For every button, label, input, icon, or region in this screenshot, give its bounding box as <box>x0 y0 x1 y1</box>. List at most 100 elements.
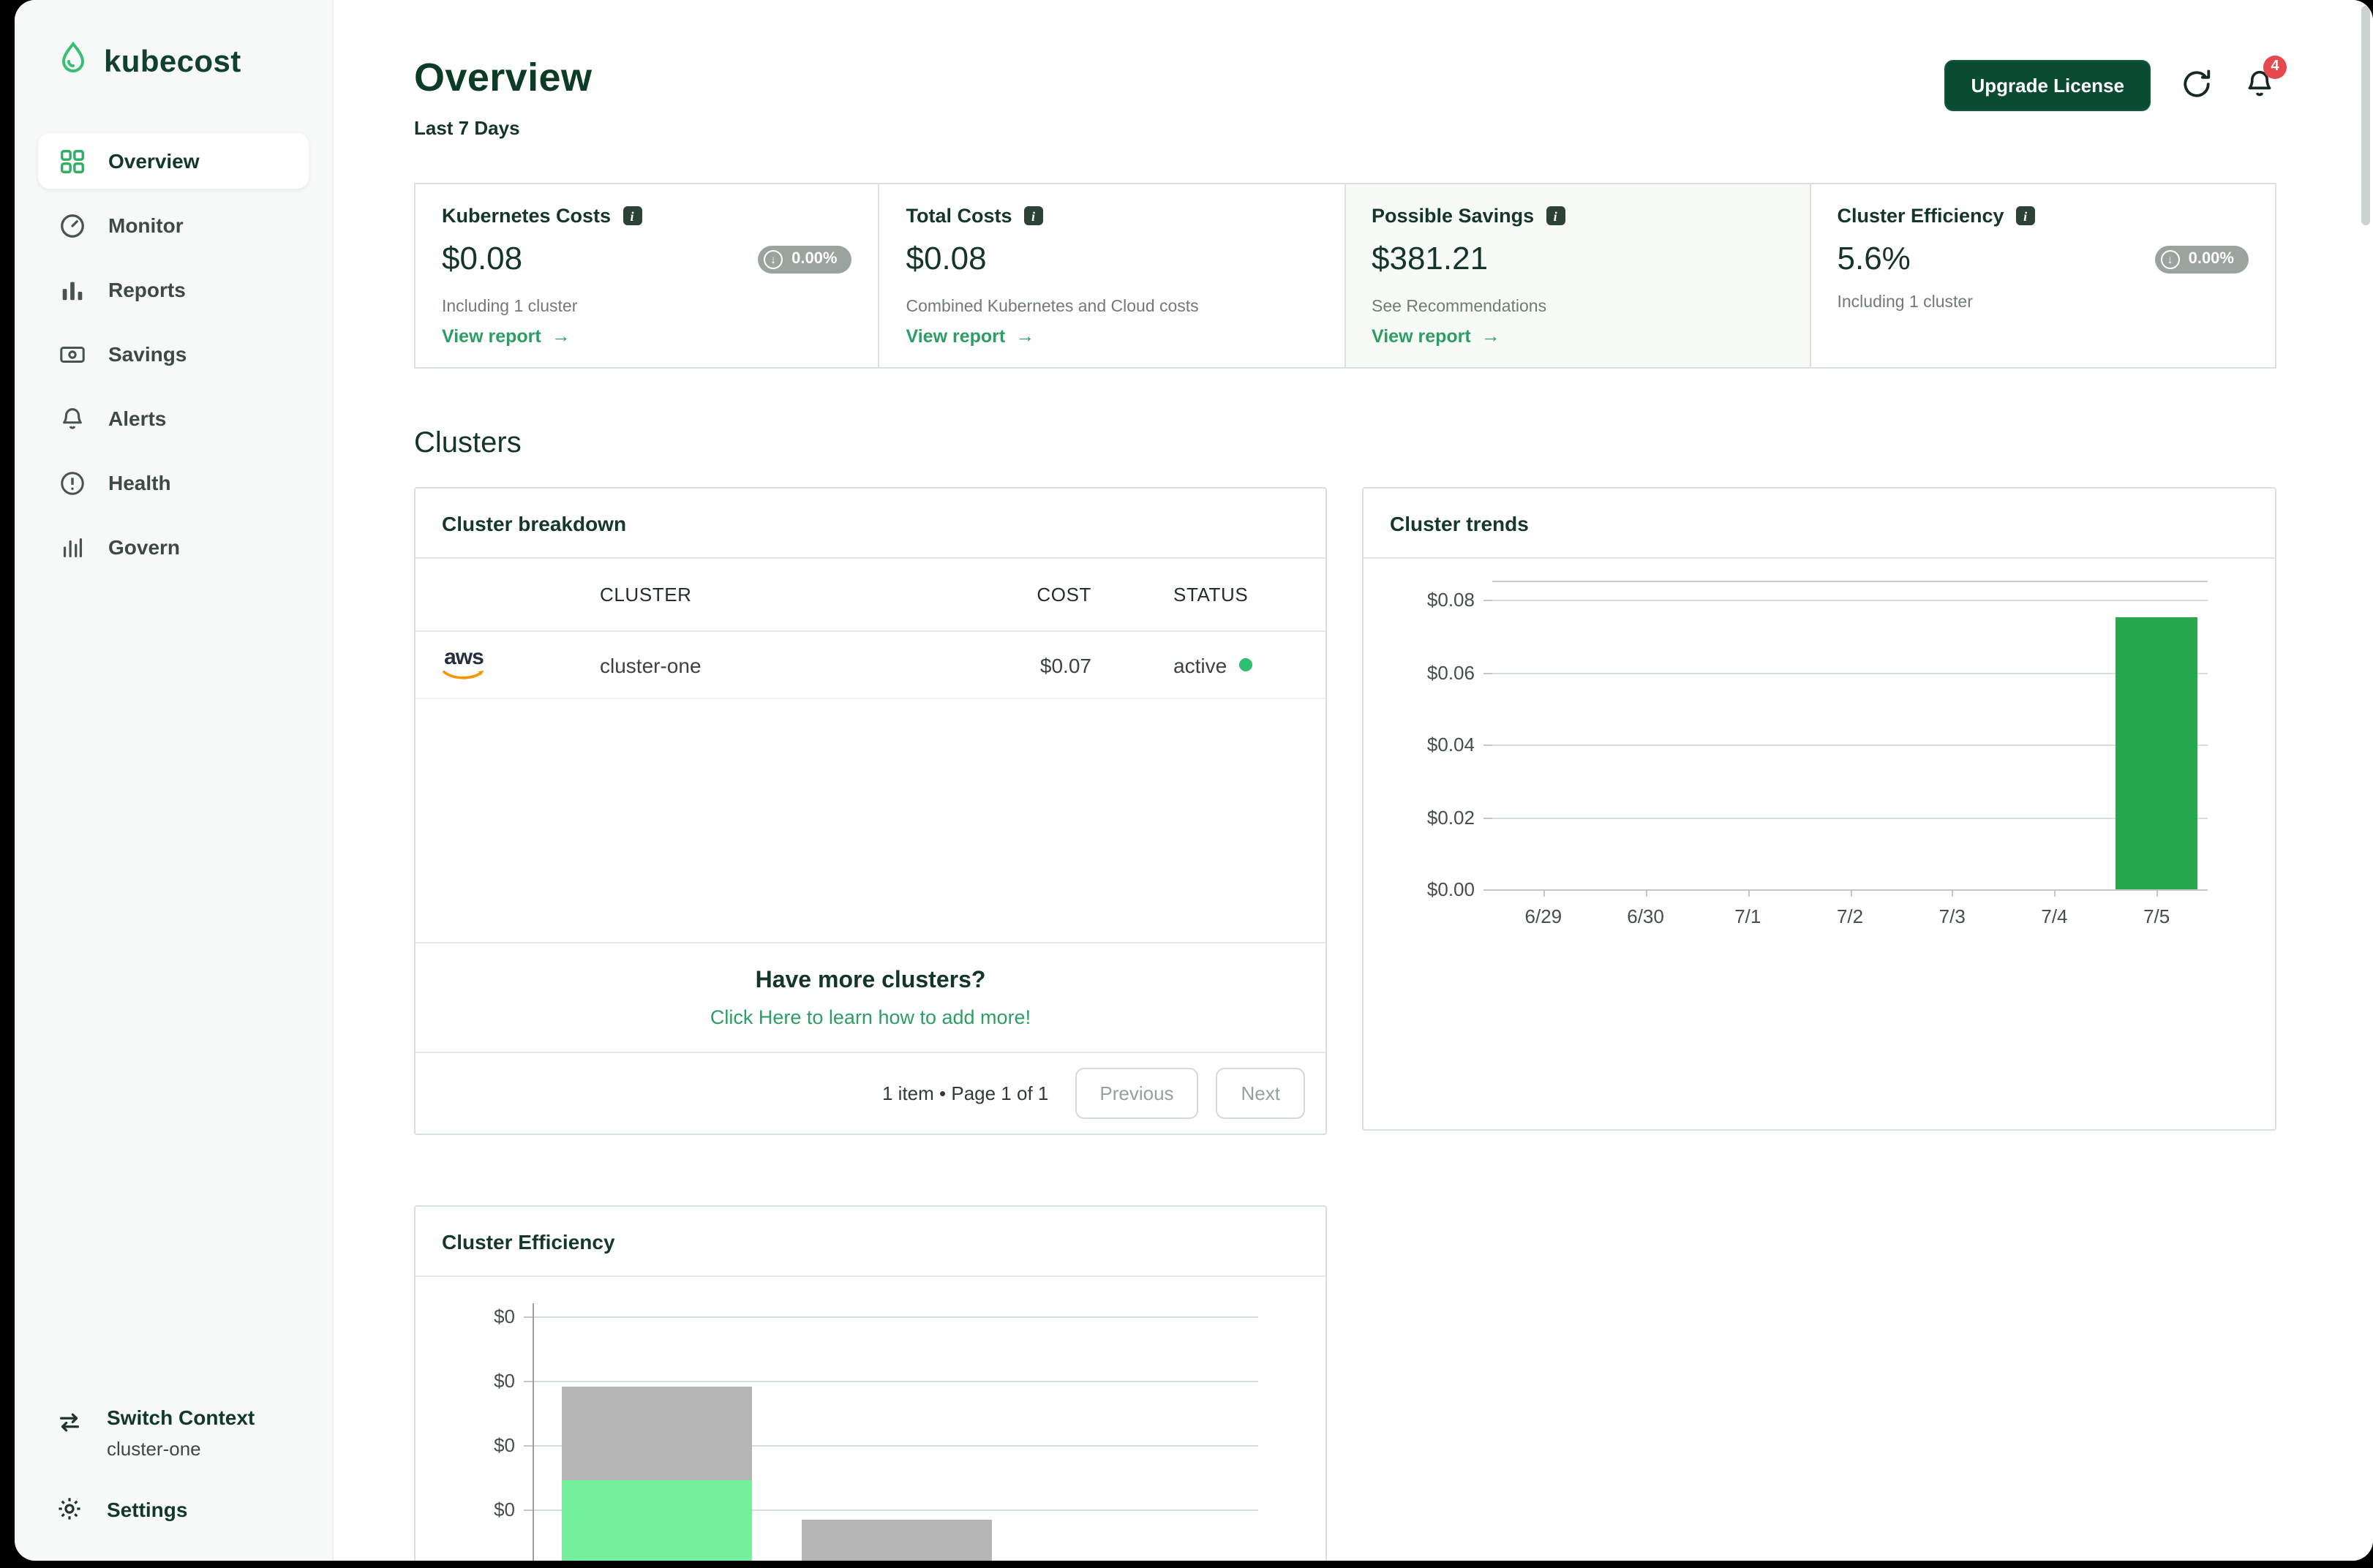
arrow-right-icon: → <box>552 325 571 347</box>
sidebar: kubecost Overview Monitor Reports <box>15 0 334 1561</box>
scrollbar-thumb[interactable] <box>2361 6 2370 225</box>
sidebar-item-label: Alerts <box>108 407 166 430</box>
stat-card-value: $0.08 <box>906 240 987 278</box>
sidebar-item-overview[interactable]: Overview <box>38 133 309 189</box>
notifications-button[interactable]: 4 <box>2243 67 2276 105</box>
sidebar-item-label: Savings <box>108 342 187 366</box>
cluster-name: cluster-one <box>600 653 916 676</box>
sidebar-item-label: Reports <box>108 278 186 301</box>
efficient-cost-bar <box>562 1480 752 1561</box>
stat-card-cluster-efficiency: Cluster Efficiency i 5.6% ↓ 0.00% Includ… <box>1810 183 2277 369</box>
previous-page-button[interactable]: Previous <box>1075 1068 1198 1119</box>
stat-card-kubernetes-costs: Kubernetes Costs i $0.08 ↓ 0.00% Includi… <box>414 183 880 369</box>
x-axis-labels: 6/296/307/17/27/37/47/5 <box>1492 905 2208 927</box>
stat-card-title: Total Costs <box>906 205 1012 227</box>
clusters-grid: Cluster breakdown CLUSTER COST STATUS aw… <box>414 487 2276 1561</box>
notification-count-badge: 4 <box>2263 55 2287 78</box>
screen: kubecost Overview Monitor Reports <box>0 0 2373 1568</box>
change-badge: ↓ 0.00% <box>2155 245 2249 273</box>
stat-card-value: $381.21 <box>1372 240 1488 278</box>
stat-card-description: See Recommendations <box>1372 298 1783 316</box>
table-row[interactable]: aws cluster-one $0.07 active <box>415 632 1325 699</box>
stat-card-description: Including 1 cluster <box>442 298 852 316</box>
sidebar-item-monitor[interactable]: Monitor <box>38 197 309 253</box>
sidebar-item-label: Govern <box>108 535 180 559</box>
pagination: 1 item • Page 1 of 1 Previous Next <box>415 1052 1325 1134</box>
settings[interactable]: Settings <box>56 1495 309 1523</box>
cluster-cost: $0.07 <box>916 653 1091 676</box>
info-icon[interactable]: i <box>623 206 642 225</box>
aws-logo: aws <box>439 647 489 683</box>
refresh-button[interactable] <box>2180 67 2214 105</box>
clusters-heading: Clusters <box>414 427 2276 461</box>
kubecost-logo-icon <box>56 41 91 83</box>
header-controls: Upgrade License 4 <box>1944 60 2276 111</box>
arrow-right-icon: → <box>1015 325 1034 347</box>
column-header-cost: COST <box>916 584 1091 606</box>
govern-icon <box>59 533 86 561</box>
cluster-efficiency-title: Cluster Efficiency <box>415 1207 1325 1277</box>
main-content: Overview Last 7 Days Upgrade License 4 <box>334 0 2373 1561</box>
aws-smile-icon <box>442 668 486 683</box>
more-clusters-section: Have more clusters? Click Here to learn … <box>415 942 1325 1052</box>
kubecost-logo[interactable]: kubecost <box>38 41 309 83</box>
info-icon[interactable]: i <box>2016 206 2035 225</box>
y-axis-line <box>533 1303 534 1561</box>
add-clusters-link[interactable]: Click Here to learn how to add more! <box>439 1006 1302 1028</box>
sidebar-item-label: Health <box>108 471 171 494</box>
arrow-down-icon: ↓ <box>764 249 783 268</box>
sidebar-item-govern[interactable]: Govern <box>38 519 309 575</box>
sidebar-item-savings[interactable]: Savings <box>38 326 309 382</box>
stat-card-title: Possible Savings <box>1372 205 1534 227</box>
cluster-trends-card: Cluster trends $0.08$0.06$0.04$0.02$0.00… <box>1362 487 2276 1131</box>
pagination-summary: 1 item • Page 1 of 1 <box>882 1082 1048 1104</box>
stat-cards: Kubernetes Costs i $0.08 ↓ 0.00% Includi… <box>414 183 2276 369</box>
bar-chart-icon <box>59 276 86 304</box>
table-empty-space <box>415 699 1325 942</box>
refresh-icon <box>2180 67 2214 105</box>
cluster-breakdown-title: Cluster breakdown <box>415 489 1325 559</box>
cluster-trends-title: Cluster trends <box>1364 489 2275 559</box>
cluster-efficiency-chart: $0$0$0$0 <box>533 1303 1258 1561</box>
gauge-icon <box>59 211 86 239</box>
info-icon[interactable]: i <box>1546 206 1565 225</box>
stat-card-value: $0.08 <box>442 240 522 278</box>
bell-icon <box>59 404 86 432</box>
sidebar-item-reports[interactable]: Reports <box>38 262 309 317</box>
column-header-cluster: CLUSTER <box>600 584 916 606</box>
more-clusters-heading: Have more clusters? <box>439 968 1302 995</box>
page-title: Overview <box>414 56 592 101</box>
view-report-link[interactable]: View report → <box>1372 325 1783 347</box>
date-range-label: Last 7 Days <box>414 117 592 139</box>
stat-card-title: Cluster Efficiency <box>1838 205 2004 227</box>
change-badge: ↓ 0.00% <box>758 245 851 273</box>
arrow-right-icon: → <box>1481 325 1500 347</box>
sidebar-item-health[interactable]: Health <box>38 455 309 510</box>
switch-context[interactable]: Switch Context cluster-one <box>56 1406 309 1460</box>
arrow-down-icon: ↓ <box>2161 249 2180 268</box>
page-header: Overview Last 7 Days Upgrade License 4 <box>414 56 2276 139</box>
view-report-link[interactable]: View report → <box>906 325 1318 347</box>
banknote-icon <box>59 340 86 368</box>
switch-arrows-icon <box>56 1409 83 1436</box>
upgrade-license-button[interactable]: Upgrade License <box>1944 60 2151 111</box>
stat-card-description: Combined Kubernetes and Cloud costs <box>906 298 1318 316</box>
sidebar-item-alerts[interactable]: Alerts <box>38 391 309 446</box>
grid-icon <box>59 147 86 175</box>
next-page-button[interactable]: Next <box>1216 1068 1305 1119</box>
switch-context-label: Switch Context <box>107 1406 255 1429</box>
total-cost-bar <box>802 1519 992 1561</box>
stat-card-description: Including 1 cluster <box>1838 294 2249 312</box>
column-header-status: STATUS <box>1091 584 1325 606</box>
cluster-status: active <box>1091 653 1325 676</box>
app-window: kubecost Overview Monitor Reports <box>15 0 2373 1561</box>
view-report-link[interactable]: View report → <box>442 325 852 347</box>
stat-card-title: Kubernetes Costs <box>442 205 611 227</box>
cluster-breakdown-card: Cluster breakdown CLUSTER COST STATUS aw… <box>414 487 1327 1135</box>
cluster-efficiency-card: Cluster Efficiency $0$0$0$0 <box>414 1205 1327 1561</box>
info-icon[interactable]: i <box>1024 206 1043 225</box>
status-active-dot <box>1238 658 1252 671</box>
table-header: CLUSTER COST STATUS <box>415 559 1325 632</box>
stat-card-total-costs: Total Costs i $0.08 Combined Kubernetes … <box>879 183 1346 369</box>
settings-label: Settings <box>107 1497 187 1520</box>
